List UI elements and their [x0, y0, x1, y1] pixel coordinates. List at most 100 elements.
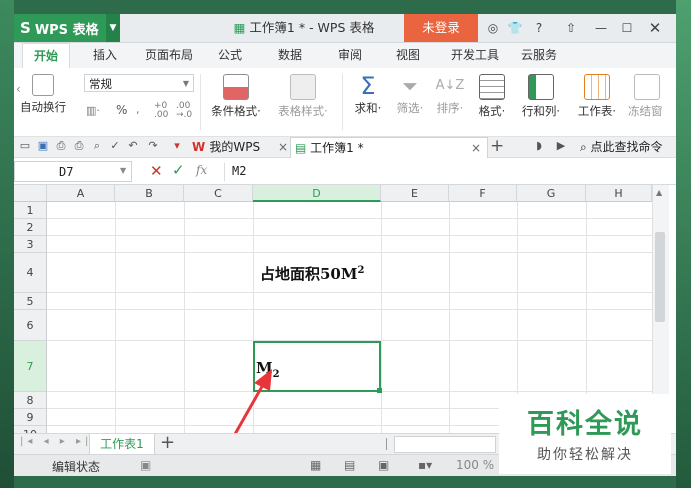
gridline: [47, 218, 652, 219]
chevron-down-icon[interactable]: ▼: [106, 14, 120, 42]
share-icon[interactable]: ▶: [554, 139, 568, 153]
print-preview-icon[interactable]: ⌕: [90, 139, 104, 153]
sheet-tab-1[interactable]: 工作表1: [89, 434, 155, 455]
conditional-format-button[interactable]: 条件格式·: [206, 74, 266, 119]
freeze-panes-button[interactable]: 冻结窗: [628, 74, 676, 119]
column-header-a[interactable]: A: [47, 185, 115, 202]
undo-icon[interactable]: ↶: [126, 139, 140, 153]
column-header-f[interactable]: F: [449, 185, 517, 202]
sum-button[interactable]: Σ 求和·: [348, 72, 388, 116]
customize-toolbar-icon[interactable]: ▾: [170, 139, 184, 153]
row-header-6[interactable]: 6: [14, 310, 47, 341]
row-header-3[interactable]: 3: [14, 236, 47, 253]
row-header-7[interactable]: 7: [14, 341, 47, 392]
new-tab-button[interactable]: +: [490, 137, 504, 155]
comma-style-icon[interactable]: ,: [136, 103, 140, 116]
save-icon[interactable]: ▣: [36, 139, 50, 153]
tab-my-wps-label: 我的WPS: [209, 140, 261, 154]
insert-function-icon[interactable]: fx: [196, 163, 207, 177]
increase-decimal-icon[interactable]: +0.00: [154, 102, 168, 120]
command-search[interactable]: ⌕ 点此查找命令: [580, 138, 663, 156]
menu-tabs: 开始 插入 页面布局 公式 数据 审阅 视图 开发工具 云服务: [14, 43, 676, 69]
zoom-level[interactable]: 100 %: [456, 458, 494, 472]
name-box[interactable]: D7: [14, 161, 132, 182]
tab-review[interactable]: 审阅: [332, 43, 368, 68]
worksheet-button[interactable]: 工作表·: [572, 74, 622, 119]
theme-icon[interactable]: ◗: [532, 139, 546, 153]
shirt-icon[interactable]: 👕: [506, 19, 524, 37]
row-header-4[interactable]: 4: [14, 253, 47, 293]
tab-split-handle[interactable]: [386, 438, 387, 450]
select-all-corner[interactable]: [14, 185, 47, 202]
wps-window: S WPS 表格 ▼ ▦ 工作簿1 * - WPS 表格 未登录 ◎ 👕 ? ⇧…: [14, 14, 676, 476]
wrap-text-button[interactable]: 自动换行: [20, 74, 66, 115]
restore-ribbon-icon[interactable]: ⇧: [562, 19, 580, 37]
column-header-d[interactable]: D: [253, 185, 381, 202]
add-sheet-button[interactable]: +: [160, 432, 175, 453]
row-header-1[interactable]: 1: [14, 202, 47, 219]
help-icon[interactable]: ?: [530, 19, 548, 37]
horizontal-scrollbar[interactable]: [394, 436, 496, 453]
number-format-value: 常规: [89, 77, 112, 91]
open-folder-icon[interactable]: ▭: [18, 139, 32, 153]
column-header-b[interactable]: B: [115, 185, 184, 202]
close-icon[interactable]: ×: [471, 138, 481, 158]
tab-insert[interactable]: 插入: [84, 43, 126, 68]
document-icon: ▦: [233, 20, 250, 35]
filter-button[interactable]: ⏷ 筛选·: [392, 72, 428, 116]
confirm-entry-icon[interactable]: ✓: [172, 161, 185, 179]
maximize-icon[interactable]: ☐: [618, 19, 636, 37]
row-header-10[interactable]: 10: [14, 426, 47, 433]
column-header-h[interactable]: H: [586, 185, 652, 202]
normal-view-icon[interactable]: ▦: [310, 458, 321, 472]
tab-formulas[interactable]: 公式: [212, 43, 248, 68]
export-pdf-icon[interactable]: ⎙: [54, 139, 68, 153]
vertical-scroll-thumb[interactable]: [655, 232, 665, 322]
spellcheck-icon[interactable]: ✓: [108, 139, 122, 153]
sheet-nav-icons[interactable]: |◂ ◂ ▸ ▸|: [20, 436, 92, 447]
currency-format-icon[interactable]: ▥·: [86, 104, 100, 117]
number-format-select[interactable]: 常规 ▼: [84, 74, 194, 92]
print-icon[interactable]: ⎙: [72, 139, 86, 153]
format-button[interactable]: 格式·: [472, 74, 512, 119]
redo-icon[interactable]: ↷: [146, 139, 160, 153]
app-menu-button[interactable]: S WPS 表格: [14, 14, 120, 42]
minimize-icon[interactable]: —: [592, 19, 610, 37]
column-header-e[interactable]: E: [381, 185, 449, 202]
row-header-8[interactable]: 8: [14, 392, 47, 409]
tab-cloud[interactable]: 云服务: [516, 43, 562, 68]
reading-mode-icon[interactable]: ▪▾: [418, 458, 432, 472]
table-style-button[interactable]: 表格样式·: [272, 74, 334, 119]
tab-start[interactable]: 开始: [22, 43, 70, 69]
tab-workbook[interactable]: ▤ 工作簿1 * ×: [290, 137, 488, 158]
scroll-up-icon[interactable]: ▲: [656, 188, 662, 197]
formula-input[interactable]: M2: [232, 161, 662, 182]
tab-view[interactable]: 视图: [390, 43, 426, 68]
login-button[interactable]: 未登录: [404, 14, 478, 42]
column-header-c[interactable]: C: [184, 185, 253, 202]
tab-data[interactable]: 数据: [272, 43, 308, 68]
desktop-background-left: [0, 0, 14, 488]
skin-icon[interactable]: ◎: [484, 19, 502, 37]
macro-record-icon[interactable]: ▣: [140, 458, 151, 472]
row-header-9[interactable]: 9: [14, 409, 47, 426]
rows-columns-button[interactable]: 行和列·: [516, 74, 566, 119]
sort-button[interactable]: A↓Z 排序·: [432, 72, 468, 116]
cell-d4[interactable]: 占地面积50M2: [260, 263, 364, 284]
tab-my-wps[interactable]: W 我的WPS ×: [192, 137, 288, 157]
decrease-decimal-icon[interactable]: .00 →.0: [176, 102, 192, 120]
formula-divider: [224, 163, 225, 181]
column-header-g[interactable]: G: [517, 185, 586, 202]
row-header-5[interactable]: 5: [14, 293, 47, 310]
chevron-down-icon[interactable]: ▼: [120, 166, 126, 175]
close-icon[interactable]: ×: [278, 137, 288, 157]
cancel-entry-icon[interactable]: ✕: [150, 162, 163, 180]
tab-page-layout[interactable]: 页面布局: [140, 43, 198, 68]
close-icon[interactable]: ✕: [646, 19, 664, 37]
page-break-view-icon[interactable]: ▤: [344, 458, 355, 472]
tab-developer[interactable]: 开发工具: [446, 43, 504, 68]
percent-button[interactable]: %: [116, 103, 127, 117]
row-header-2[interactable]: 2: [14, 219, 47, 236]
fill-handle[interactable]: [377, 388, 382, 393]
page-layout-view-icon[interactable]: ▣: [378, 458, 389, 472]
